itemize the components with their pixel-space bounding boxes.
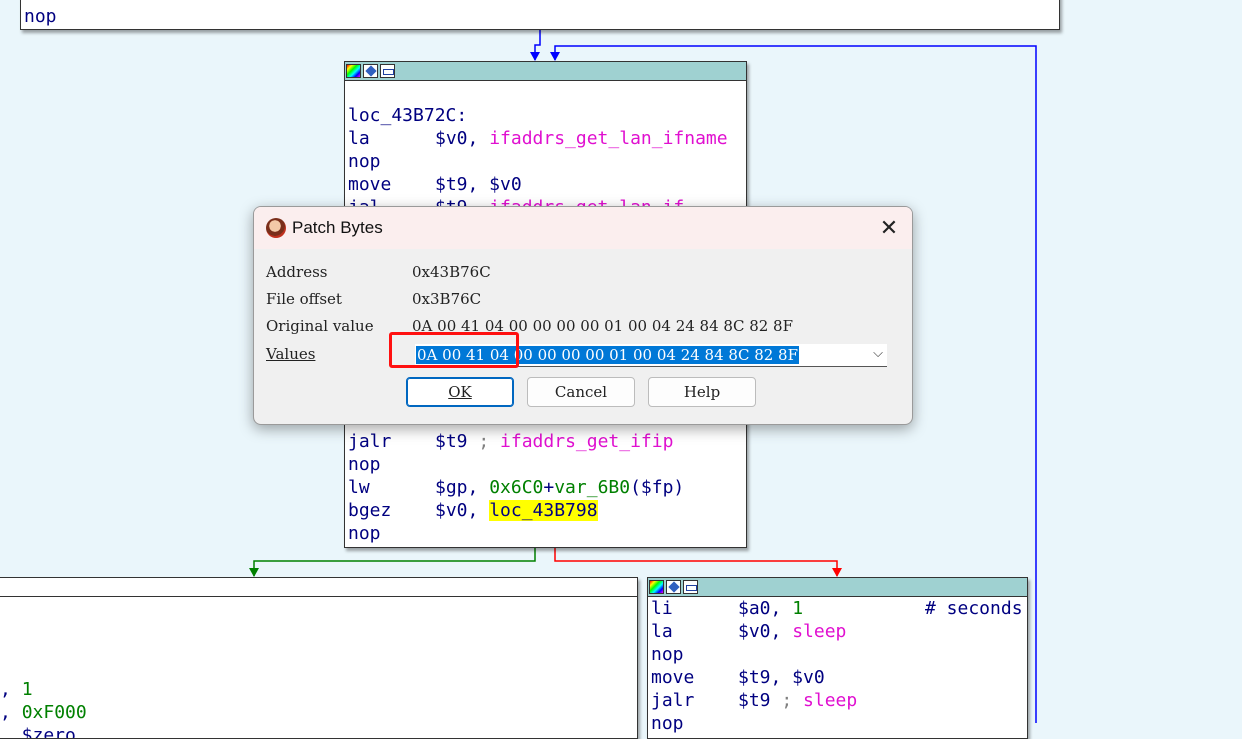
operand: $gp, — [435, 477, 490, 498]
code-line: nop — [21, 5, 1059, 28]
stack-var[interactable]: var_6B0 — [554, 477, 630, 498]
address-label: Address — [266, 263, 328, 281]
mnemonic: move — [348, 174, 392, 195]
rename-icon[interactable] — [363, 64, 378, 78]
chevron-down-icon[interactable]: ⌵ — [873, 346, 883, 361]
code-line: la $v0, sleep — [648, 620, 1027, 643]
app-icon — [266, 218, 286, 238]
mnemonic: la — [348, 128, 370, 149]
operand: $v0, — [738, 621, 793, 642]
branch-target[interactable]: loc_43B798 — [489, 500, 598, 521]
code-line: move $t9, $v0 — [648, 666, 1027, 689]
file-offset-value: 0x3B76C — [412, 290, 482, 308]
right-code-block[interactable]: li $a0, 1 # seconds la $v0, sleep nop move $… — [647, 577, 1028, 739]
highlight-annotation-box — [389, 332, 519, 368]
number: 1 — [792, 598, 804, 619]
comment-marker: ; — [478, 431, 501, 452]
cancel-button[interactable]: Cancel — [527, 377, 635, 407]
function-ref[interactable]: sleep — [803, 690, 857, 711]
mnemonic: lw — [348, 477, 370, 498]
graph-icon[interactable] — [683, 580, 698, 594]
operand: $a0, — [738, 598, 793, 619]
code-line: jalr $t9 ; sleep — [648, 689, 1027, 712]
operand: $t9 — [435, 431, 479, 452]
code-line: nop — [648, 712, 1027, 735]
mnemonic: nop — [348, 523, 381, 544]
top-code-block[interactable]: nop — [20, 0, 1060, 30]
mnemonic: nop — [348, 454, 381, 475]
mnemonic: move — [651, 667, 695, 688]
code-line: bgez $v0, loc_43B798 — [345, 499, 746, 522]
help-button[interactable]: Help — [648, 377, 756, 407]
function-ref[interactable]: sleep — [792, 621, 846, 642]
number: 1 — [21, 679, 33, 700]
operand: $v0, — [435, 500, 490, 521]
code-line: , $zero — [0, 724, 637, 739]
rename-icon[interactable] — [666, 580, 681, 594]
dialog-title: Patch Bytes — [292, 218, 383, 237]
mnemonic: nop — [348, 151, 381, 172]
code-line: li $a0, 1 # seconds — [648, 597, 1027, 620]
comment: # seconds — [925, 598, 1023, 619]
code-line: jalr $t9 ; ifaddrs_get_ifip — [345, 430, 746, 453]
left-code-block[interactable]: , 1 , 0xF000 , $zero — [0, 577, 638, 739]
block-toolbar — [345, 62, 746, 81]
code-line: move $t9, $v0 — [345, 173, 746, 196]
mnemonic: jalr — [348, 431, 392, 452]
number: 0xF000 — [21, 702, 87, 723]
patch-bytes-dialog[interactable]: Patch Bytes ✕ Address 0x43B76C File offs… — [253, 206, 913, 425]
dialog-titlebar[interactable]: Patch Bytes ✕ — [254, 207, 912, 249]
block-toolbar — [0, 578, 637, 597]
mnemonic: la — [651, 621, 673, 642]
block-toolbar — [648, 578, 1027, 597]
original-value-label: Original value — [266, 317, 374, 335]
operand: , $zero — [0, 725, 76, 739]
color-palette-icon[interactable] — [649, 580, 664, 594]
operand: $t9 — [738, 690, 782, 711]
values-label: Values — [266, 345, 316, 363]
code-line: nop — [648, 643, 1027, 666]
number: 0x6C0 — [489, 477, 544, 498]
close-icon[interactable]: ✕ — [872, 211, 906, 245]
color-palette-icon[interactable] — [346, 64, 361, 78]
address-value: 0x43B76C — [412, 263, 491, 281]
mnemonic: nop — [651, 713, 684, 734]
function-ref[interactable]: ifaddrs_get_lan_ifname — [489, 128, 727, 149]
code-line: , 1 — [0, 678, 637, 701]
function-ref[interactable]: ifaddrs_get_ifip — [500, 431, 673, 452]
operand: ($fp) — [630, 477, 685, 498]
operand: + — [543, 477, 555, 498]
file-offset-label: File offset — [266, 290, 342, 308]
ok-button[interactable]: OK — [406, 377, 514, 407]
code-line: nop — [345, 150, 746, 173]
code-line: nop — [345, 453, 746, 476]
mnemonic: nop — [24, 6, 57, 27]
code-line: lw $gp, 0x6C0+var_6B0($fp) — [345, 476, 746, 499]
operand: , — [0, 702, 22, 723]
mnemonic: li — [651, 598, 673, 619]
graph-icon[interactable] — [380, 64, 395, 78]
code-line: nop — [345, 522, 746, 545]
code-line: la $v0, ifaddrs_get_lan_ifname — [345, 127, 746, 150]
location-label[interactable]: loc_43B72C: — [345, 104, 746, 127]
mnemonic: bgez — [348, 500, 392, 521]
operand: $t9, $v0 — [738, 667, 825, 688]
comment-marker: ; — [781, 690, 804, 711]
mnemonic: jalr — [651, 690, 695, 711]
mnemonic: nop — [651, 644, 684, 665]
operand: $t9, $v0 — [435, 174, 522, 195]
operand: , — [0, 679, 22, 700]
code-line: , 0xF000 — [0, 701, 637, 724]
operand: $v0, — [435, 128, 490, 149]
